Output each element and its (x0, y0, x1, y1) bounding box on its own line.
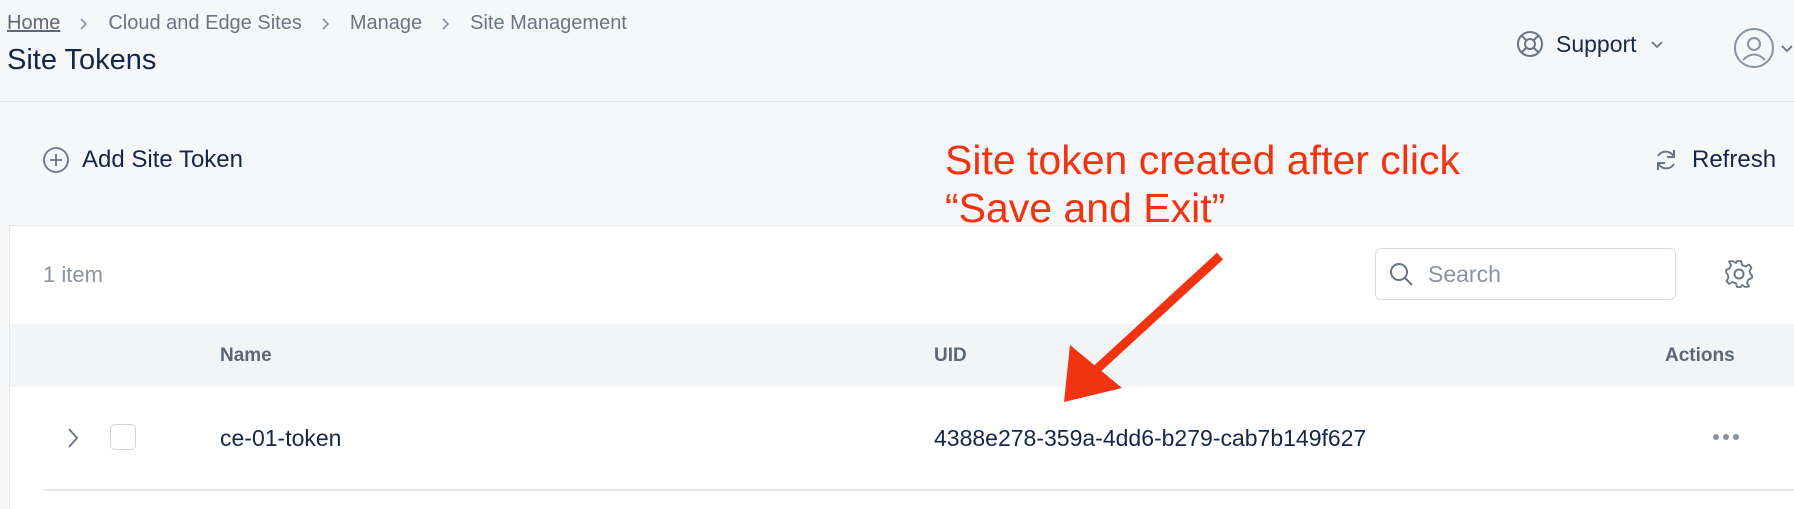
page-header: Home Cloud and Edge Sites Manage Site Ma… (0, 0, 1794, 102)
add-site-token-label: Add Site Token (82, 146, 244, 173)
user-avatar-icon (1734, 28, 1774, 68)
search-icon (1390, 263, 1413, 286)
page-title: Site Tokens (7, 44, 157, 76)
chevron-right-icon (322, 17, 329, 30)
row-checkbox[interactable] (110, 424, 136, 450)
add-site-token-button[interactable]: Add Site Token (42, 146, 243, 174)
breadcrumb: Home Cloud and Edge Sites Manage Site Ma… (7, 12, 627, 35)
item-count: 1 item (43, 262, 103, 287)
support-menu[interactable]: Support (1516, 30, 1665, 58)
breadcrumb-home[interactable]: Home (7, 12, 60, 35)
row-divider (43, 489, 1794, 491)
token-uid: 4388e278-359a-4dd6-b279-cab7b149f627 (934, 425, 1367, 451)
settings-gear-icon[interactable] (1723, 258, 1755, 290)
support-label: Support (1556, 30, 1637, 57)
breadcrumb-cloud-edge-sites[interactable]: Cloud and Edge Sites (108, 12, 301, 35)
user-menu[interactable] (1733, 27, 1794, 69)
annotation-line-1: Site token created after click (945, 137, 1461, 183)
site-tokens-table: 1 item Name UID Actions ce-01-token 4388… (9, 225, 1794, 509)
chevron-right-icon (80, 17, 88, 30)
annotation-callout: Site token created after click “Save and… (945, 136, 1460, 232)
more-horizontal-icon[interactable] (1710, 429, 1742, 445)
annotation-arrow-icon (1064, 252, 1224, 402)
chevron-right-icon (442, 17, 450, 30)
table-header: Name UID Actions (10, 324, 1794, 387)
plus-circle-icon (43, 147, 69, 173)
column-header-uid[interactable]: UID (934, 345, 967, 367)
search-box[interactable] (1375, 248, 1676, 300)
column-header-actions: Actions (1665, 345, 1735, 366)
annotation-line-2: “Save and Exit” (945, 185, 1226, 231)
search-input[interactable] (1426, 259, 1650, 289)
refresh-label: Refresh (1692, 146, 1777, 173)
column-header-name[interactable]: Name (220, 345, 272, 367)
chevron-down-icon (1650, 41, 1663, 49)
chevron-down-icon (1781, 45, 1793, 53)
table-row[interactable]: ce-01-token 4388e278-359a-4dd6-b279-cab7… (10, 387, 1794, 487)
breadcrumb-site-management: Site Management (470, 12, 627, 34)
refresh-button[interactable]: Refresh (1652, 146, 1776, 174)
chevron-right-icon[interactable] (62, 425, 84, 451)
support-lifebuoy-icon (1517, 31, 1543, 57)
refresh-icon (1657, 150, 1675, 170)
breadcrumb-manage[interactable]: Manage (350, 12, 422, 35)
token-name[interactable]: ce-01-token (220, 425, 341, 452)
